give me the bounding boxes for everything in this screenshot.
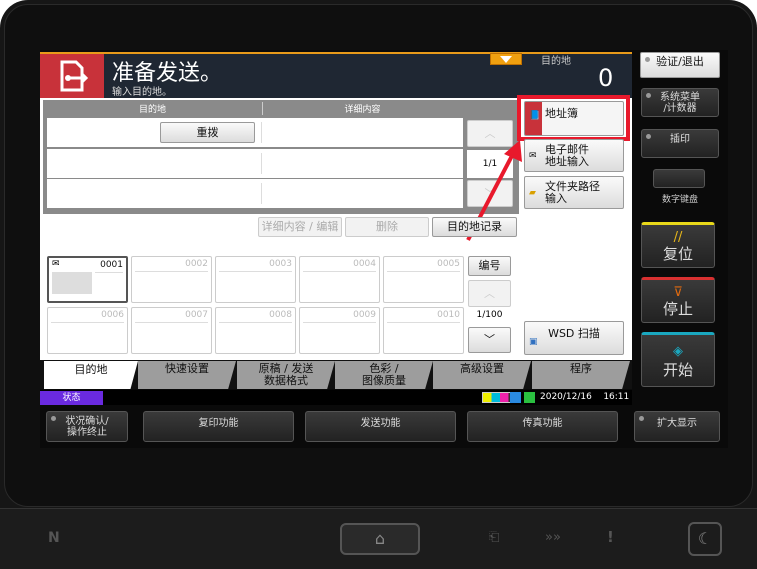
mail-icon: ✉ (529, 150, 537, 161)
onetouch-down-button[interactable]: ﹀ (468, 327, 511, 353)
triangle-down-icon (500, 56, 512, 63)
keypad-label: 数字键盘 (661, 195, 698, 205)
key-number: 0004 (353, 259, 376, 269)
table-row[interactable] (47, 149, 463, 178)
wsd-scan-button[interactable]: ▣ WSD 扫描 (524, 321, 624, 355)
processing-icon: »» (545, 530, 561, 545)
home-button[interactable]: ⌂ (340, 523, 420, 555)
system-menu-button[interactable]: 系统菜单/计数器 (641, 88, 719, 117)
home-icon: ⌂ (374, 529, 386, 548)
redial-button[interactable]: 重拨 (160, 122, 255, 143)
attention-icon: ! (607, 528, 614, 546)
onetouch-key-0003[interactable]: 0003 (215, 256, 296, 303)
email-input-button[interactable]: ✉ 电子邮件 地址输入 (524, 139, 624, 172)
dest-count: 0 (598, 64, 614, 92)
onetouch-key-0005[interactable]: 0005 (383, 256, 464, 303)
key-number: 0007 (185, 310, 208, 320)
start-button[interactable]: ◈ 开始 (641, 332, 715, 387)
redacted-name (52, 272, 92, 294)
zoom-display-button[interactable]: 扩大显示 (634, 411, 720, 442)
status-button[interactable]: 状态 (40, 391, 103, 405)
sleep-button[interactable]: ☾ (688, 522, 722, 556)
nfc-icon: N (48, 530, 60, 546)
moon-icon: ☾ (697, 529, 713, 548)
onetouch-key-0002[interactable]: 0002 (131, 256, 212, 303)
key-number: 0006 (101, 310, 124, 320)
stop-icon: ⊽ (673, 285, 683, 300)
onetouch-page: 1/100 (476, 310, 503, 320)
fax-function-button[interactable]: 传真功能 (467, 411, 618, 442)
stop-button[interactable]: ⊽ 停止 (641, 277, 715, 323)
onetouch-key-0001[interactable]: ✉ 0001 (47, 256, 128, 303)
mail-icon: ✉ (52, 259, 60, 269)
key-number: 0010 (437, 310, 460, 320)
folder-icon: ▰ (529, 187, 536, 198)
interrupt-button[interactable]: 插印 (641, 129, 719, 158)
table-row[interactable] (47, 179, 463, 208)
page-subtitle: 输入目的地。 (112, 87, 172, 98)
dest-label: 目的地 (541, 56, 571, 67)
chevron-up-icon: ︿ (484, 286, 495, 300)
chevron-down-icon: ﹀ (484, 333, 495, 346)
destination-history-button[interactable]: 目的地记录 (432, 217, 517, 237)
key-number: 0008 (269, 310, 292, 320)
key-number: 0003 (269, 259, 292, 269)
onetouch-key-0008[interactable]: 0008 (215, 307, 296, 354)
onetouch-key-0010[interactable]: 0010 (383, 307, 464, 354)
send-function-button[interactable]: 发送功能 (305, 411, 456, 442)
numeric-keypad-button[interactable] (653, 169, 705, 188)
tab-0[interactable]: 目的地 (44, 361, 138, 389)
network-icon (524, 392, 535, 403)
highlight-frame (517, 95, 630, 141)
start-icon: ◈ (673, 343, 683, 359)
key-number: 0002 (185, 259, 208, 269)
wifi-icon (510, 392, 521, 403)
key-number: 0009 (353, 310, 376, 320)
expand-dropdown-button[interactable] (490, 53, 522, 65)
number-button[interactable]: 编号 (468, 256, 511, 276)
detail-edit-button[interactable]: 详细内容 / 编辑 (258, 217, 342, 237)
wsd-icon: ▣ (529, 337, 538, 347)
key-number: 0001 (100, 260, 123, 270)
copy-function-button[interactable]: 复印功能 (143, 411, 294, 442)
onetouch-key-0009[interactable]: 0009 (299, 307, 380, 354)
document-icon: ⎗ (489, 530, 500, 545)
key-number: 0005 (437, 259, 460, 269)
tab-5[interactable]: 程序 (532, 361, 630, 389)
datetime: 2020/12/16 16:11 (540, 392, 630, 402)
table-row[interactable] (47, 118, 463, 147)
send-icon (40, 54, 104, 98)
status-confirm-button[interactable]: 状况确认/操作终止 (46, 411, 128, 442)
onetouch-key-0004[interactable]: 0004 (299, 256, 380, 303)
col-dest: 目的地 (138, 105, 166, 115)
reset-icon: // (673, 230, 683, 245)
tab-2[interactable]: 原稿 / 发送 数据格式 (237, 361, 335, 389)
folder-path-button[interactable]: ▰ 文件夹路径 输入 (524, 176, 624, 209)
onetouch-key-0007[interactable]: 0007 (131, 307, 212, 354)
onetouch-key-0006[interactable]: 0006 (47, 307, 128, 354)
onetouch-up-button[interactable]: ︿ (468, 280, 511, 307)
tab-1[interactable]: 快速设置 (138, 361, 236, 389)
reset-button[interactable]: //复位 (641, 222, 715, 268)
tab-3[interactable]: 色彩 / 图像质量 (335, 361, 433, 389)
tab-4[interactable]: 高级设置 (433, 361, 531, 389)
auth-logout-button[interactable]: 验证/退出 (640, 52, 720, 78)
delete-button[interactable]: 删除 (345, 217, 429, 237)
col-detail: 详细内容 (262, 102, 462, 115)
